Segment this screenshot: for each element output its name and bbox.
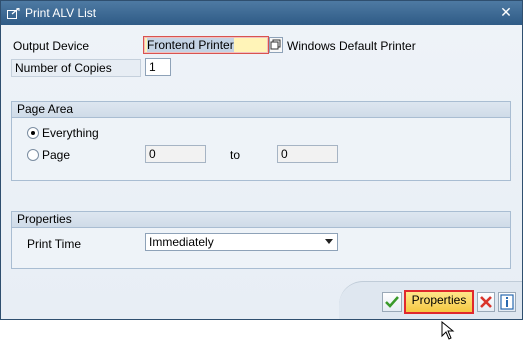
page-label: Page <box>42 148 71 162</box>
title-bar: Print ALV List ✕ <box>1 1 522 25</box>
mouse-cursor-icon <box>441 321 455 340</box>
print-dialog-icon <box>7 7 20 19</box>
page-area-group: Page Area <box>11 101 511 181</box>
cancel-button[interactable] <box>477 292 495 312</box>
output-device-value: Frontend Printer <box>147 38 234 52</box>
copies-input[interactable]: 1 <box>145 58 171 76</box>
everything-label: Everything <box>42 126 99 140</box>
info-icon <box>500 294 514 310</box>
output-device-description: Windows Default Printer <box>287 39 416 53</box>
to-label: to <box>230 148 241 162</box>
close-icon[interactable]: ✕ <box>498 4 514 20</box>
cancel-icon <box>480 296 492 308</box>
page-to-input[interactable]: 0 <box>277 145 338 163</box>
value-help-icon[interactable] <box>269 37 283 53</box>
window-title: Print ALV List <box>25 6 97 20</box>
everything-radio[interactable] <box>27 127 39 139</box>
print-alv-dialog: Print ALV List ✕ Output Device Frontend … <box>0 0 523 340</box>
output-device-field[interactable]: Frontend Printer <box>143 36 269 54</box>
info-button[interactable] <box>498 292 516 312</box>
chevron-down-icon <box>325 239 333 244</box>
page-from-input[interactable]: 0 <box>145 145 206 163</box>
output-device-label: Output Device <box>13 39 90 53</box>
print-time-dropdown[interactable]: Immediately <box>145 233 338 251</box>
ok-check-icon <box>385 296 399 308</box>
properties-button[interactable]: Properties <box>404 290 474 314</box>
print-time-value: Immediately <box>149 235 214 249</box>
properties-header: Properties <box>12 212 510 228</box>
page-area-header: Page Area <box>12 102 510 118</box>
copies-label: Number of Copies <box>11 59 141 77</box>
dialog-content: Output Device Frontend Printer Windows D… <box>1 25 522 340</box>
print-time-label: Print Time <box>27 237 82 251</box>
page-radio[interactable] <box>27 149 39 161</box>
ok-button[interactable] <box>382 292 402 312</box>
